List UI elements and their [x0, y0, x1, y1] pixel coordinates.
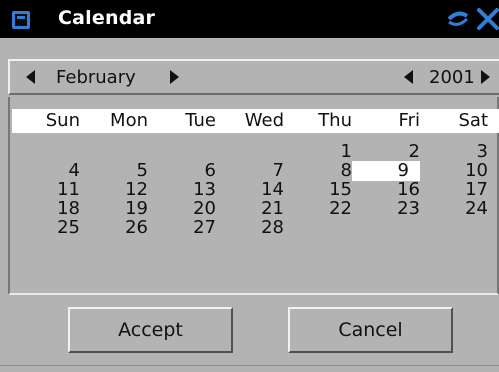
- prev-month-button[interactable]: [24, 69, 38, 85]
- day-cell[interactable]: 5: [80, 161, 148, 181]
- day-cell[interactable]: 12: [80, 180, 148, 200]
- day-cell[interactable]: 23: [352, 199, 420, 219]
- weekday-sun: Sun: [45, 110, 80, 131]
- day-cell[interactable]: 1: [284, 142, 352, 162]
- weekday-sat: Sat: [458, 110, 488, 131]
- prev-year-button[interactable]: [402, 69, 416, 85]
- day-cell[interactable]: 21: [216, 199, 284, 219]
- day-cell[interactable]: 26: [80, 218, 148, 238]
- day-cell[interactable]: 15: [284, 180, 352, 200]
- calendar-dialog: February 2001 Sun Mon Tue Wed Thu Fri Sat 1234…: [0, 38, 499, 372]
- selected-day[interactable]: 9: [352, 161, 420, 181]
- bottom-divider: [0, 365, 499, 372]
- calendar-window-icon[interactable]: [12, 11, 30, 29]
- day-cell[interactable]: 13: [148, 180, 216, 200]
- weekday-tue: Tue: [185, 110, 216, 131]
- month-label: February: [56, 67, 136, 88]
- window-menu-icon[interactable]: [447, 10, 469, 28]
- accept-button[interactable]: Accept: [68, 307, 233, 353]
- year-label: 2001: [429, 67, 475, 88]
- day-cell[interactable]: 17: [420, 180, 488, 200]
- weekday-mon: Mon: [110, 110, 148, 131]
- day-cell[interactable]: 10: [420, 161, 488, 181]
- cancel-button[interactable]: Cancel: [288, 307, 453, 353]
- day-cell[interactable]: 20: [148, 199, 216, 219]
- day-cell[interactable]: 22: [284, 199, 352, 219]
- day-cell[interactable]: 6: [148, 161, 216, 181]
- navigation-bar: February 2001: [8, 59, 499, 95]
- day-cell[interactable]: 27: [148, 218, 216, 238]
- day-cell[interactable]: 25: [12, 218, 80, 238]
- window-title: Calendar: [58, 7, 156, 29]
- next-month-button[interactable]: [167, 69, 181, 85]
- day-cell[interactable]: 8: [284, 161, 352, 181]
- weekday-wed: Wed: [244, 110, 284, 131]
- day-cell[interactable]: 14: [216, 180, 284, 200]
- next-year-button[interactable]: [478, 69, 492, 85]
- day-cell[interactable]: 4: [12, 161, 80, 181]
- day-cell[interactable]: 28: [216, 218, 284, 238]
- weekday-thu: Thu: [318, 110, 352, 131]
- day-cell[interactable]: 24: [420, 199, 488, 219]
- day-cell[interactable]: 3: [420, 142, 488, 162]
- day-cell[interactable]: 7: [216, 161, 284, 181]
- day-cell[interactable]: 2: [352, 142, 420, 162]
- weekday-fri: Fri: [398, 110, 420, 131]
- day-cell[interactable]: 16: [352, 180, 420, 200]
- close-icon[interactable]: [476, 7, 499, 31]
- day-cell[interactable]: 19: [80, 199, 148, 219]
- day-cell[interactable]: 11: [12, 180, 80, 200]
- title-bar[interactable]: Calendar: [0, 0, 499, 38]
- day-cell[interactable]: 18: [12, 199, 80, 219]
